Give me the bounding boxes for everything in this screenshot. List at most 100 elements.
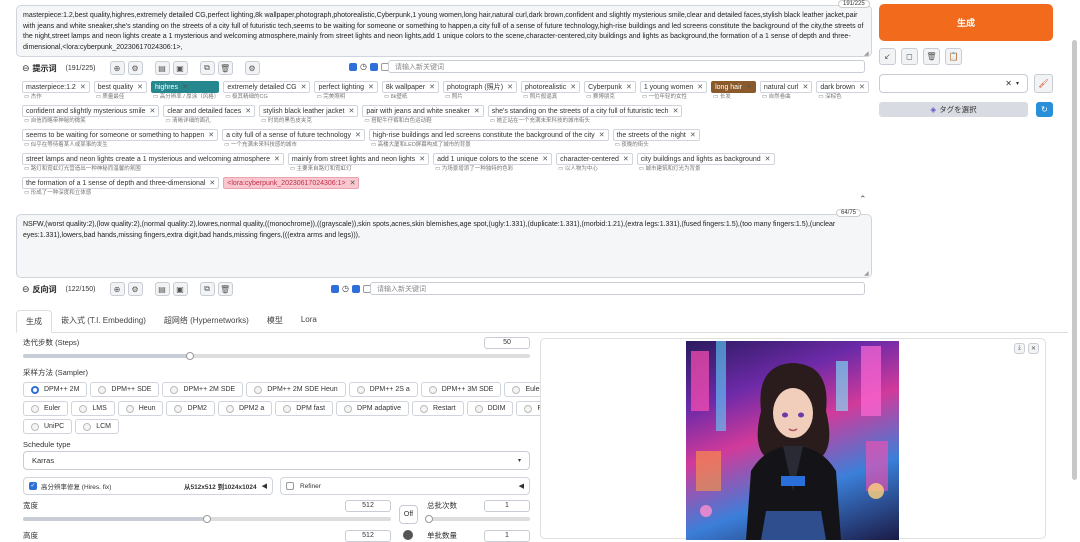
- refiner-checkbox[interactable]: [286, 482, 294, 490]
- collapse-arrow-icon[interactable]: ◀: [519, 482, 524, 490]
- sampler-option[interactable]: Restart: [412, 401, 464, 416]
- download-icon[interactable]: ⤓: [1014, 343, 1025, 354]
- prompt-tag-text[interactable]: seems to be waiting for someone or somet…: [22, 129, 219, 141]
- prompt-tag-translation[interactable]: ▭ 形成了一种深度和立体感: [22, 189, 219, 198]
- batch-count-input[interactable]: 1: [484, 500, 530, 512]
- sampler-option[interactable]: DPM2 a: [217, 401, 273, 416]
- clock-icon[interactable]: ◷: [342, 284, 349, 293]
- sampler-option[interactable]: DPM adaptive: [336, 401, 409, 416]
- arrow-icon[interactable]: ↙: [879, 48, 896, 65]
- remove-tag-icon[interactable]: ✕: [301, 83, 307, 91]
- prompt-tag-text[interactable]: mainly from street lights and neon light…: [287, 153, 430, 165]
- prompt-tag-translation[interactable]: ▭ 为场景增添了一种独特的色彩: [433, 165, 552, 174]
- remove-tag-icon[interactable]: ✕: [626, 83, 632, 91]
- prompt-tag-text[interactable]: <lora:cyberpunk_20230617024306:1> ✕: [223, 177, 360, 189]
- sampler-option[interactable]: DPM++ 2M SDE: [162, 382, 244, 397]
- width-input[interactable]: 512: [345, 500, 391, 512]
- remove-tag-icon[interactable]: ✕: [348, 107, 354, 115]
- prompt-tag-text[interactable]: dark brown ✕: [816, 81, 869, 93]
- remove-tag-icon[interactable]: ✕: [429, 83, 435, 91]
- prompt-tag[interactable]: masterpiece:1.2 ✕ ▭ 杰作: [22, 81, 90, 102]
- prompt-tag[interactable]: seems to be waiting for someone or somet…: [22, 129, 219, 150]
- chevron-down-icon[interactable]: ▾: [1016, 80, 1019, 87]
- prompt-tag[interactable]: the formation of a 1 sense of depth and …: [22, 177, 220, 198]
- prompt-tag-translation[interactable]: [223, 189, 359, 198]
- prompt-tag[interactable]: confident and slightly mysterious smile ✕…: [22, 105, 160, 126]
- prompt-tag-translation[interactable]: ▭ 夜晚的街头: [613, 141, 700, 150]
- sampler-option[interactable]: DPM fast: [275, 401, 334, 416]
- copy-icon[interactable]: ⧉: [199, 282, 215, 296]
- settings-icon[interactable]: ⚙: [244, 61, 260, 75]
- globe-icon[interactable]: ⊕: [109, 61, 125, 75]
- prompt-tag-text[interactable]: Cyberpunk ✕: [584, 81, 636, 93]
- trash-icon[interactable]: 🗑: [923, 48, 940, 65]
- sampler-option[interactable]: LMS: [71, 401, 115, 416]
- tab-model[interactable]: 模型: [258, 310, 292, 332]
- collapse-up-icon[interactable]: ⌃: [859, 194, 867, 205]
- prompt-tag[interactable]: add 1 unique colors to the scene ✕ ▭ 为场景增添…: [433, 153, 553, 174]
- prompt-tag-translation[interactable]: ▭ 清晰详细的面孔: [163, 117, 255, 126]
- prompt-tag[interactable]: dark brown ✕ ▭ 深棕色: [816, 81, 869, 102]
- remove-tag-icon[interactable]: ✕: [182, 83, 188, 91]
- remove-tag-icon[interactable]: ✕: [419, 155, 425, 163]
- remove-tag-icon[interactable]: ✕: [474, 107, 480, 115]
- prompt-tag[interactable]: photograph (照片) ✕ ▭ 照片: [443, 81, 517, 102]
- prompt-tag-translation[interactable]: ▭ 路灯和霓虹灯光营造出一种神秘而温馨的氛围: [22, 165, 284, 174]
- negative-resize-handle[interactable]: ◢: [864, 270, 869, 277]
- save-icon[interactable]: ▣: [172, 61, 188, 75]
- prompt-tag-text[interactable]: character-centered ✕: [556, 153, 633, 165]
- prompt-tag[interactable]: street lamps and neon lights create a 1 …: [22, 153, 284, 174]
- trash-icon[interactable]: 🗑: [217, 282, 233, 296]
- collapse-icon[interactable]: ⊖: [22, 284, 30, 295]
- prompt-tag[interactable]: best quality ✕ ▭ 质量最佳: [93, 81, 147, 102]
- collapse-arrow-icon[interactable]: ◀: [262, 482, 267, 490]
- remove-tag-icon[interactable]: ✕: [690, 131, 696, 139]
- paste-icon[interactable]: ▤: [154, 61, 170, 75]
- steps-slider-knob[interactable]: [186, 352, 195, 360]
- prompt-tag[interactable]: clear and detailed faces ✕ ▭ 清晰详细的面孔: [163, 105, 256, 126]
- prompt-tag-text[interactable]: best quality ✕: [93, 81, 147, 93]
- prompt-tag[interactable]: photorealistic ✕ ▭ 照片般逼真: [520, 81, 581, 102]
- prompt-tag-text[interactable]: city buildings and lights as background ✕: [636, 153, 775, 165]
- prompt-tag[interactable]: highres ✕ ▭ 高分辨率 / 厚涂（风格）: [150, 81, 220, 102]
- trash-icon[interactable]: 🗑: [217, 61, 233, 75]
- checkbox-icon[interactable]: [331, 284, 339, 293]
- prompt-tag[interactable]: she's standing on the streets of a city …: [487, 105, 683, 126]
- clear-icon[interactable]: ✕: [1005, 79, 1012, 88]
- prompt-tag-text[interactable]: 8k wallpaper ✕: [381, 81, 440, 93]
- prompt-tag-translation[interactable]: ▭ 自然卷曲: [760, 93, 813, 102]
- remove-tag-icon[interactable]: ✕: [697, 83, 703, 91]
- remove-tag-icon[interactable]: ✕: [673, 107, 679, 115]
- prompt-tag-text[interactable]: 1 young women ✕: [639, 81, 708, 93]
- checkbox-icon[interactable]: [349, 62, 357, 71]
- page-scrollbar[interactable]: [1072, 40, 1077, 480]
- negative-textarea[interactable]: NSFW,(worst quality:2),(low quality:2),(…: [16, 214, 872, 278]
- prompt-tag[interactable]: pair with jeans and white sneaker ✕ ▭ 搭配牛仔…: [362, 105, 484, 126]
- prompt-tag-translation[interactable]: ▭ 以人物为中心: [556, 165, 633, 174]
- prompt-tag-translation[interactable]: ▭ 高楼大厦和LED屏幕构成了城市的背景: [369, 141, 609, 150]
- sampler-option[interactable]: DPM++ 3M SDE: [420, 382, 502, 397]
- prompt-tag-translation[interactable]: ▭ 一位年轻的女性: [640, 93, 707, 102]
- collapse-icon[interactable]: ⊖: [22, 63, 30, 74]
- close-icon[interactable]: ✕: [1028, 343, 1039, 354]
- prompt-tag-text[interactable]: pair with jeans and white sneaker ✕: [362, 105, 484, 117]
- batch-count-slider-knob[interactable]: [425, 515, 433, 523]
- sampler-option[interactable]: DDIM: [466, 401, 514, 416]
- sampler-option[interactable]: DPM2: [166, 401, 215, 416]
- checkbox-icon[interactable]: [351, 284, 360, 293]
- negative-keyword-search[interactable]: 请输入新关键词: [370, 282, 865, 295]
- tab-lora[interactable]: Lora: [292, 310, 326, 332]
- tab-embedding[interactable]: 嵌入式 (T.I. Embedding): [52, 310, 155, 332]
- prompt-tag[interactable]: long hair ✕ ▭ 长发: [711, 81, 756, 102]
- style-select[interactable]: ✕ ▾: [879, 74, 1028, 93]
- save-icon[interactable]: ▣: [172, 282, 188, 296]
- tab-generate[interactable]: 生成: [16, 310, 52, 333]
- height-input[interactable]: 512: [345, 530, 391, 542]
- paste-icon[interactable]: ▤: [154, 282, 170, 296]
- prompt-tag-translation[interactable]: ▭ 极其精细的CG: [223, 93, 310, 102]
- remove-tag-icon[interactable]: ✕: [350, 179, 356, 187]
- prompt-tag-text[interactable]: natural curl ✕: [759, 81, 813, 93]
- sampler-option[interactable]: Euler: [23, 401, 69, 416]
- prompt-tag[interactable]: character-centered ✕ ▭ 以人物为中心: [556, 153, 633, 174]
- generated-image[interactable]: [686, 341, 899, 540]
